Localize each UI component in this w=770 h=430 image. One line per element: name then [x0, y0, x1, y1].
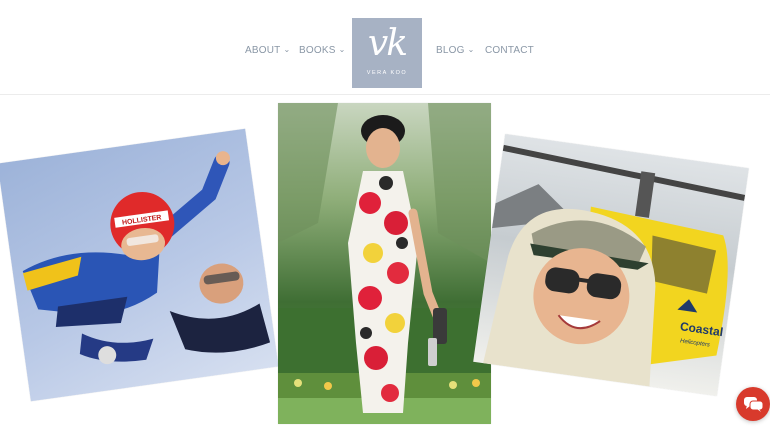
- site-logo[interactable]: vk VERA KOO: [352, 18, 422, 88]
- skydiving-illustration: HOLLISTER: [22, 151, 271, 365]
- logo-wordmark: VERA KOO: [366, 70, 408, 76]
- nav-books-label: BOOKS: [299, 45, 336, 56]
- helicopter-selfie-illustration: Coastal Helicopters: [483, 144, 746, 387]
- logo-monogram: vk: [367, 23, 408, 64]
- chat-bubbles-icon: [744, 397, 764, 412]
- site-header: ABOUT ⌄ BOOKS ⌄ vk VERA KOO BLOG ⌄ CONTACT: [0, 0, 770, 95]
- nav-about[interactable]: ABOUT ⌄: [245, 45, 290, 56]
- chevron-down-icon: ⌄: [338, 45, 346, 54]
- photo-skydiving: HOLLISTER: [0, 128, 279, 402]
- nav-contact[interactable]: CONTACT: [485, 45, 534, 56]
- garden-portrait-illustration: [278, 103, 491, 424]
- photo-helicopter-selfie: Coastal Helicopters: [473, 134, 749, 396]
- chat-button[interactable]: [736, 387, 770, 421]
- nav-contact-label: CONTACT: [485, 45, 534, 56]
- nav-books[interactable]: BOOKS ⌄: [299, 45, 345, 56]
- nav-about-label: ABOUT: [245, 45, 281, 56]
- photo-garden-portrait: [278, 103, 491, 424]
- chevron-down-icon: ⌄: [467, 45, 475, 54]
- nav-blog[interactable]: BLOG ⌄: [436, 45, 475, 56]
- nav-blog-label: BLOG: [436, 45, 465, 56]
- chevron-down-icon: ⌄: [283, 45, 291, 54]
